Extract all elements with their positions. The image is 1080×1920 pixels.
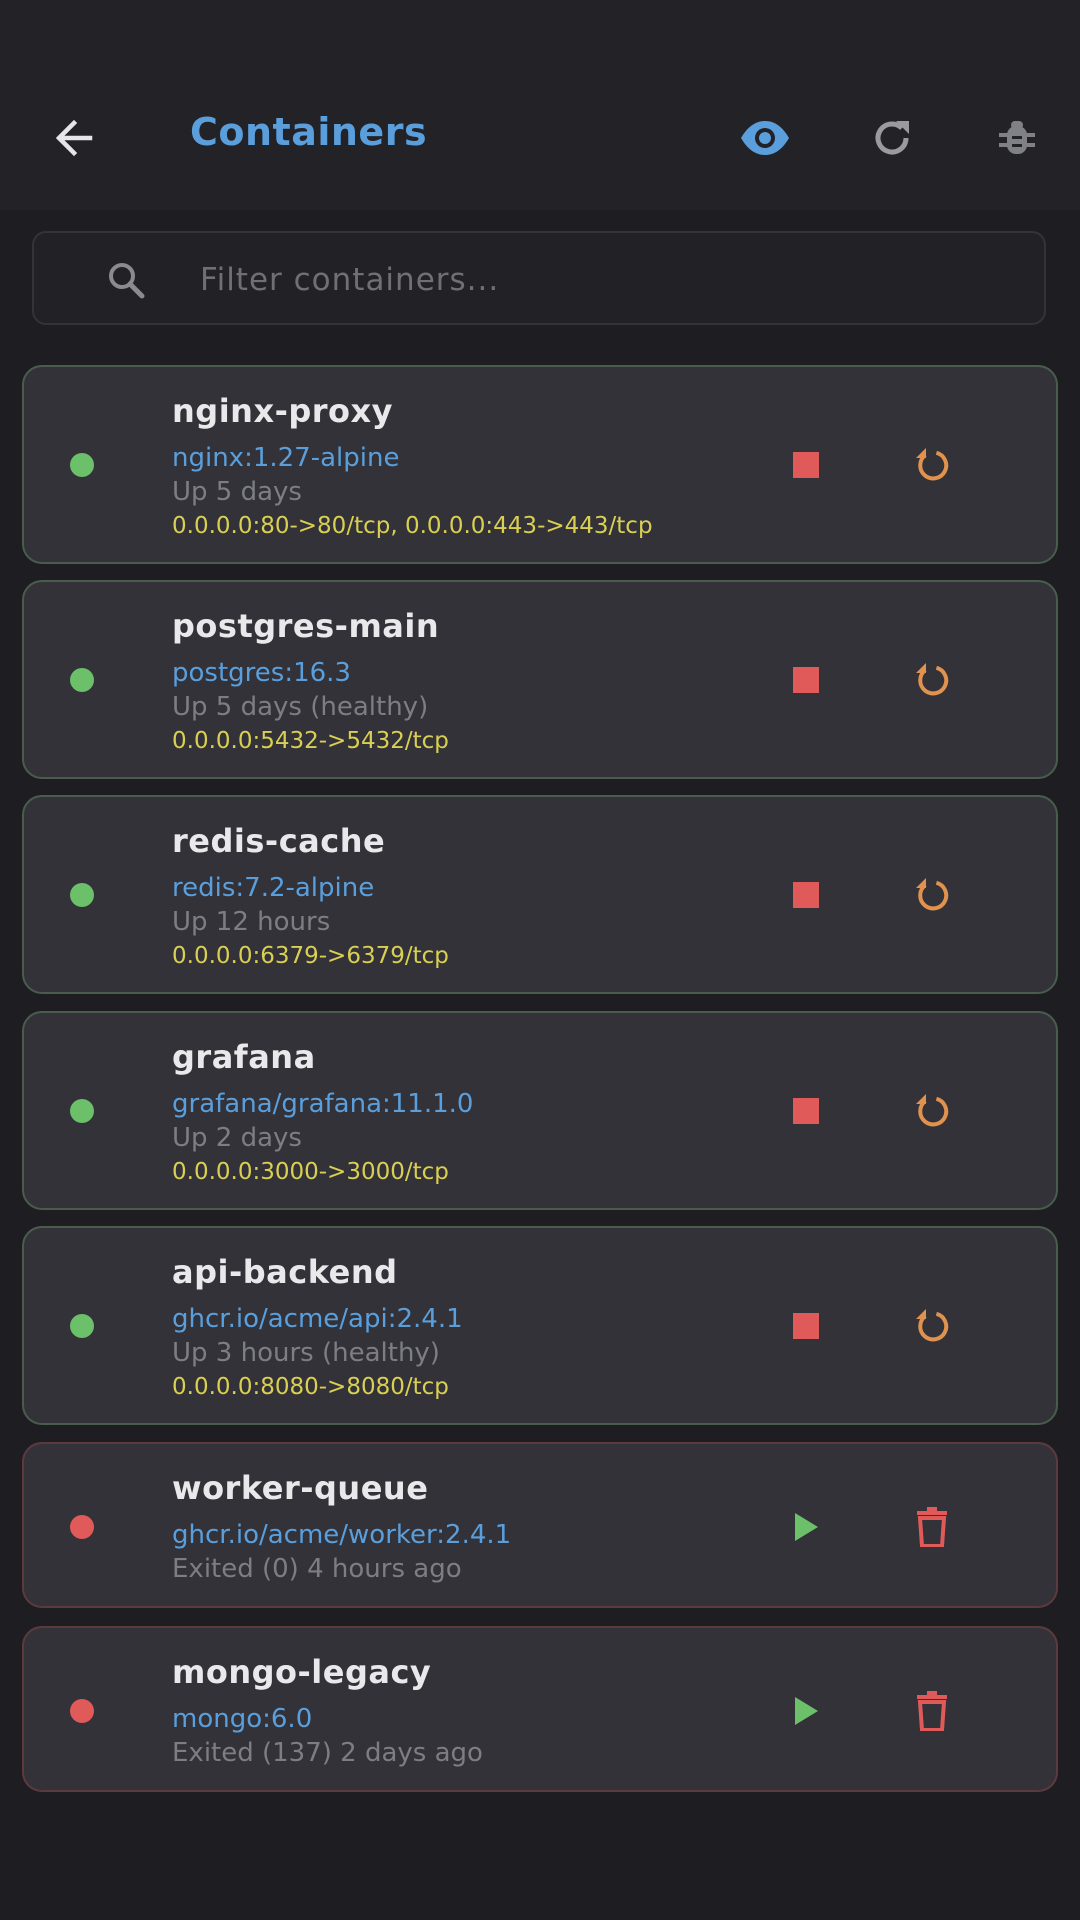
container-card[interactable]: api-backend ghcr.io/acme/api:2.4.1 Up 3 …	[22, 1226, 1058, 1425]
stop-button[interactable]	[776, 1296, 836, 1356]
container-image: redis:7.2-alpine	[172, 873, 375, 903]
container-image: nginx:1.27-alpine	[172, 443, 400, 473]
container-ports: 0.0.0.0:6379->6379/tcp	[172, 943, 449, 969]
restart-icon	[916, 1309, 949, 1342]
container-name: postgres-main	[172, 607, 440, 645]
stop-icon	[793, 1313, 819, 1339]
restart-button[interactable]	[902, 650, 962, 710]
container-status: Up 5 days	[172, 477, 302, 507]
status-dot	[70, 668, 94, 692]
restart-icon	[916, 663, 949, 696]
stop-icon	[793, 452, 819, 478]
search-icon	[109, 263, 145, 299]
container-status: Up 2 days	[172, 1123, 302, 1153]
status-dot	[70, 453, 94, 477]
container-status: Exited (0) 4 hours ago	[172, 1554, 462, 1584]
restart-button[interactable]	[902, 435, 962, 495]
container-name: redis-cache	[172, 822, 386, 860]
play-icon	[795, 1697, 818, 1725]
play-icon	[795, 1513, 818, 1541]
container-image: grafana/grafana:11.1.0	[172, 1089, 474, 1119]
remove-button[interactable]	[902, 1681, 962, 1741]
stop-button[interactable]	[776, 865, 836, 925]
container-status: Exited (137) 2 days ago	[172, 1738, 483, 1768]
stop-icon	[793, 1098, 819, 1124]
container-status: Up 3 hours (healthy)	[172, 1338, 440, 1368]
trash-icon	[917, 1691, 947, 1731]
container-ports: 0.0.0.0:5432->5432/tcp	[172, 728, 449, 754]
container-card[interactable]: redis-cache redis:7.2-alpine Up 12 hours…	[22, 795, 1058, 994]
debug-button[interactable]	[985, 106, 1049, 170]
container-status: Up 12 hours	[172, 907, 331, 937]
status-dot	[70, 1515, 94, 1539]
refresh-button[interactable]	[860, 106, 924, 170]
trash-icon	[917, 1507, 947, 1547]
restart-button[interactable]	[902, 1081, 962, 1141]
container-card[interactable]: postgres-main postgres:16.3 Up 5 days (h…	[22, 580, 1058, 779]
container-card[interactable]: mongo-legacy mongo:6.0 Exited (137) 2 da…	[22, 1626, 1058, 1792]
container-name: api-backend	[172, 1253, 398, 1291]
app-bar: Containers	[0, 0, 1080, 210]
restart-icon	[916, 1094, 949, 1127]
stop-button[interactable]	[776, 1081, 836, 1141]
restart-icon	[916, 448, 949, 481]
arrow-left-icon	[55, 119, 93, 157]
container-name: worker-queue	[172, 1469, 429, 1507]
container-card[interactable]: worker-queue ghcr.io/acme/worker:2.4.1 E…	[22, 1442, 1058, 1608]
refresh-icon	[875, 121, 909, 155]
remove-button[interactable]	[902, 1497, 962, 1557]
back-button[interactable]	[44, 108, 104, 168]
stop-button[interactable]	[776, 650, 836, 710]
status-dot	[70, 1314, 94, 1338]
container-name: nginx-proxy	[172, 392, 394, 430]
stop-button[interactable]	[776, 435, 836, 495]
filter-box	[32, 231, 1046, 325]
container-card[interactable]: nginx-proxy nginx:1.27-alpine Up 5 days …	[22, 365, 1058, 564]
container-card[interactable]: grafana grafana/grafana:11.1.0 Up 2 days…	[22, 1011, 1058, 1210]
container-name: mongo-legacy	[172, 1653, 432, 1691]
stop-icon	[793, 667, 819, 693]
container-image: ghcr.io/acme/api:2.4.1	[172, 1304, 463, 1334]
container-status: Up 5 days (healthy)	[172, 692, 429, 722]
start-button[interactable]	[776, 1497, 836, 1557]
status-dot	[70, 1699, 94, 1723]
container-ports: 0.0.0.0:80->80/tcp, 0.0.0.0:443->443/tcp	[172, 513, 653, 539]
restart-icon	[916, 878, 949, 911]
container-name: grafana	[172, 1038, 316, 1076]
page-title: Containers	[190, 110, 428, 154]
status-dot	[70, 1099, 94, 1123]
start-button[interactable]	[776, 1681, 836, 1741]
stop-icon	[793, 882, 819, 908]
status-dot	[70, 883, 94, 907]
restart-button[interactable]	[902, 1296, 962, 1356]
restart-button[interactable]	[902, 865, 962, 925]
eye-icon	[741, 121, 789, 155]
filter-input[interactable]	[200, 253, 1000, 307]
container-ports: 0.0.0.0:8080->8080/tcp	[172, 1374, 449, 1400]
bug-icon	[999, 121, 1035, 154]
container-ports: 0.0.0.0:3000->3000/tcp	[172, 1159, 449, 1185]
view-button[interactable]	[733, 106, 797, 170]
container-image: postgres:16.3	[172, 658, 351, 688]
container-image: ghcr.io/acme/worker:2.4.1	[172, 1520, 512, 1550]
container-image: mongo:6.0	[172, 1704, 313, 1734]
